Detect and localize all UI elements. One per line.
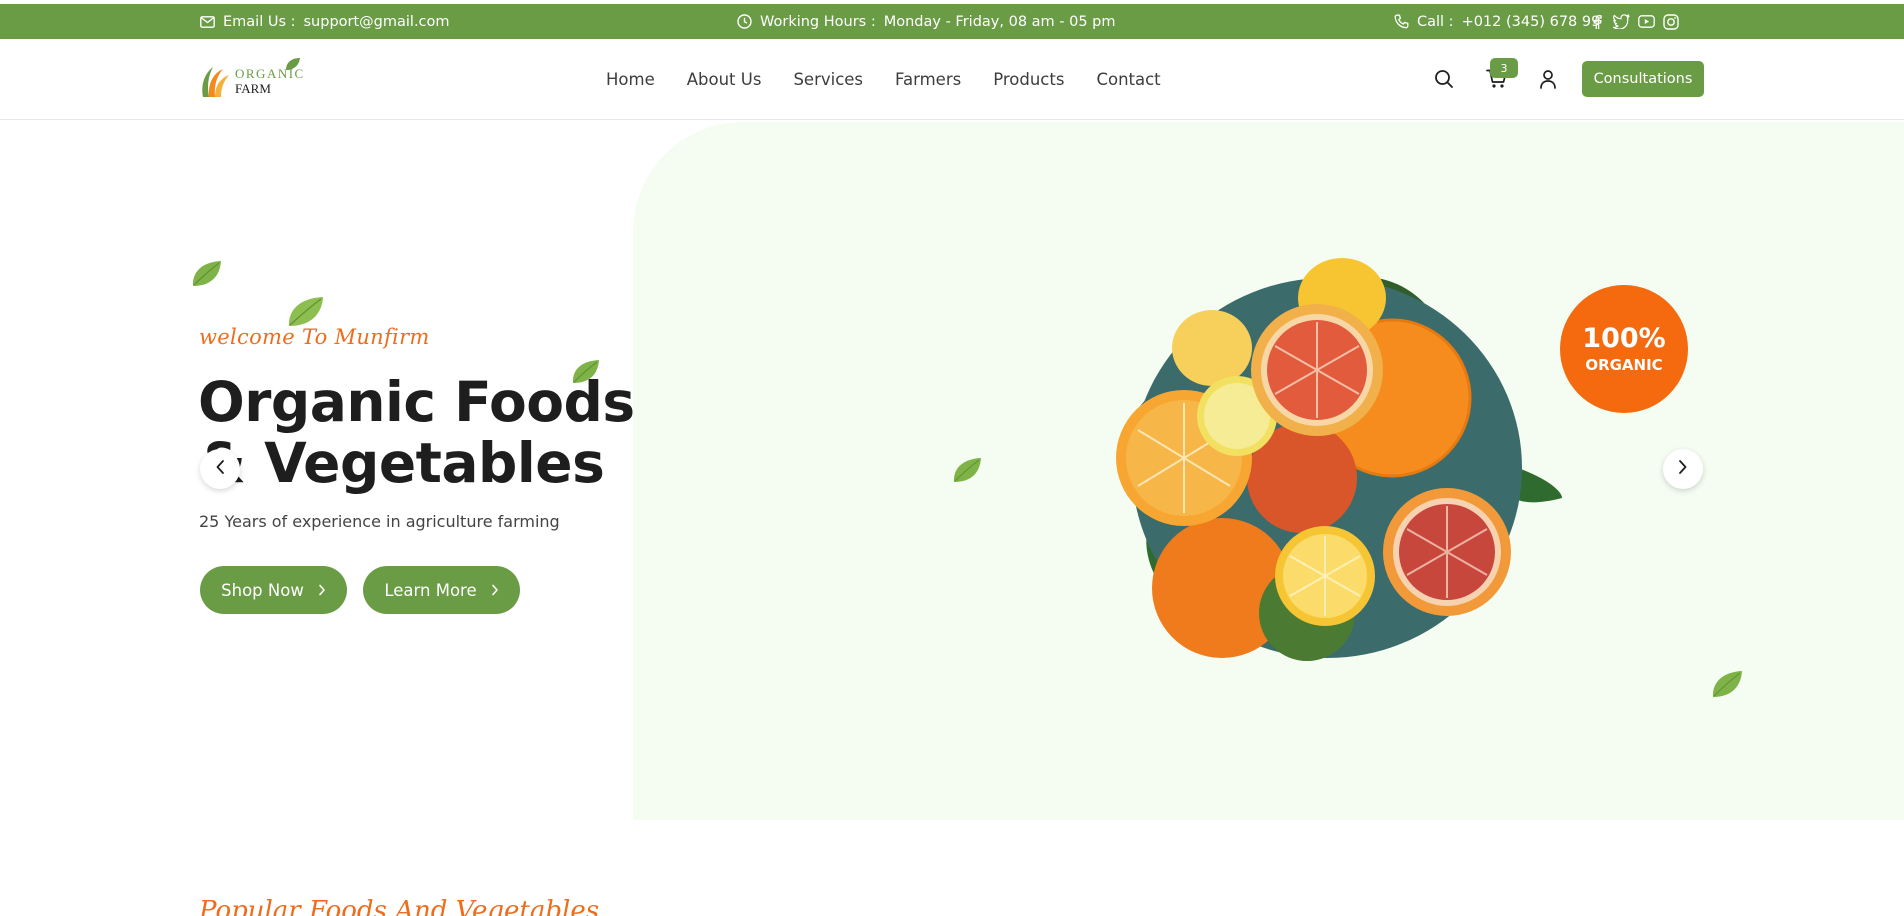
user-icon[interactable]: [1539, 69, 1557, 93]
hours-label: Working Hours :: [760, 13, 876, 30]
twitter-icon[interactable]: [1613, 14, 1630, 29]
slider-prev-button[interactable]: [200, 449, 240, 489]
mail-icon: [200, 15, 215, 28]
hero-title-line2: & Vegetables: [198, 431, 605, 495]
hero-title: Organic Foods & Vegetables: [198, 372, 635, 494]
nav-farmers[interactable]: Farmers: [895, 70, 961, 89]
cart-count-badge: 3: [1490, 58, 1518, 78]
hours-value: Monday - Friday, 08 am - 05 pm: [883, 13, 1116, 30]
topbar-call[interactable]: Call : +012 (345) 678 99: [1394, 4, 1600, 39]
learn-more-button[interactable]: Learn More: [363, 566, 520, 614]
facebook-icon[interactable]: [1589, 14, 1605, 30]
nav-services[interactable]: Services: [793, 70, 863, 89]
chevron-left-icon: [215, 459, 225, 479]
email-label: Email Us :: [223, 13, 296, 30]
chevron-right-icon: [491, 581, 499, 600]
nav-contact[interactable]: Contact: [1096, 70, 1160, 89]
clock-icon: [737, 14, 752, 29]
site-logo[interactable]: ORGANIC FARM: [199, 57, 309, 101]
chevron-right-icon: [1678, 459, 1688, 479]
organic-badge-label: ORGANIC: [1585, 356, 1663, 374]
leaf-decoration: [1712, 671, 1742, 697]
youtube-icon[interactable]: [1638, 15, 1655, 28]
call-value[interactable]: +012 (345) 678 99: [1462, 14, 1601, 30]
nav-home[interactable]: Home: [606, 70, 655, 89]
learn-more-label: Learn More: [384, 580, 477, 600]
logo-mark-icon: [202, 67, 229, 97]
topbar-email[interactable]: Email Us : support@gmail.com: [200, 4, 450, 39]
chevron-right-icon: [318, 581, 326, 600]
email-value[interactable]: support@gmail.com: [304, 14, 450, 30]
slider-next-button[interactable]: [1663, 449, 1703, 489]
leaf-decoration: [192, 261, 221, 286]
organic-badge: 100% ORGANIC: [1560, 285, 1688, 413]
phone-icon: [1394, 14, 1409, 29]
shop-now-button[interactable]: Shop Now: [200, 566, 347, 614]
logo-word-farm: FARM: [235, 81, 271, 96]
instagram-icon[interactable]: [1663, 13, 1679, 30]
nav-about-us[interactable]: About Us: [687, 70, 762, 89]
hero-title-line1: Organic Foods: [198, 370, 635, 434]
logo-word-organic: ORGANIC: [235, 66, 305, 81]
next-section-heading: Popular Foods And Vegetables: [199, 896, 600, 916]
topbar-hours: Working Hours : Monday - Friday, 08 am -…: [737, 4, 1116, 39]
citrus-bowl-image: [1116, 258, 1562, 661]
main-header: ORGANIC FARM Home About Us Services Farm…: [0, 39, 1904, 120]
hero-welcome-text: welcome To Munfirm: [199, 325, 430, 349]
top-bar: Email Us : support@gmail.com Working Hou…: [0, 4, 1904, 39]
nav-products[interactable]: Products: [993, 70, 1064, 89]
search-icon[interactable]: [1434, 69, 1454, 93]
call-label: Call :: [1417, 13, 1454, 30]
organic-badge-percent: 100%: [1582, 323, 1666, 354]
main-nav: Home About Us Services Farmers Products …: [606, 39, 1161, 119]
leaf-decoration: [953, 458, 981, 482]
hero-subtitle: 25 Years of experience in agriculture fa…: [199, 512, 560, 531]
shop-now-label: Shop Now: [221, 580, 304, 600]
social-links: [1589, 4, 1679, 39]
consultations-button[interactable]: Consultations: [1582, 61, 1704, 97]
